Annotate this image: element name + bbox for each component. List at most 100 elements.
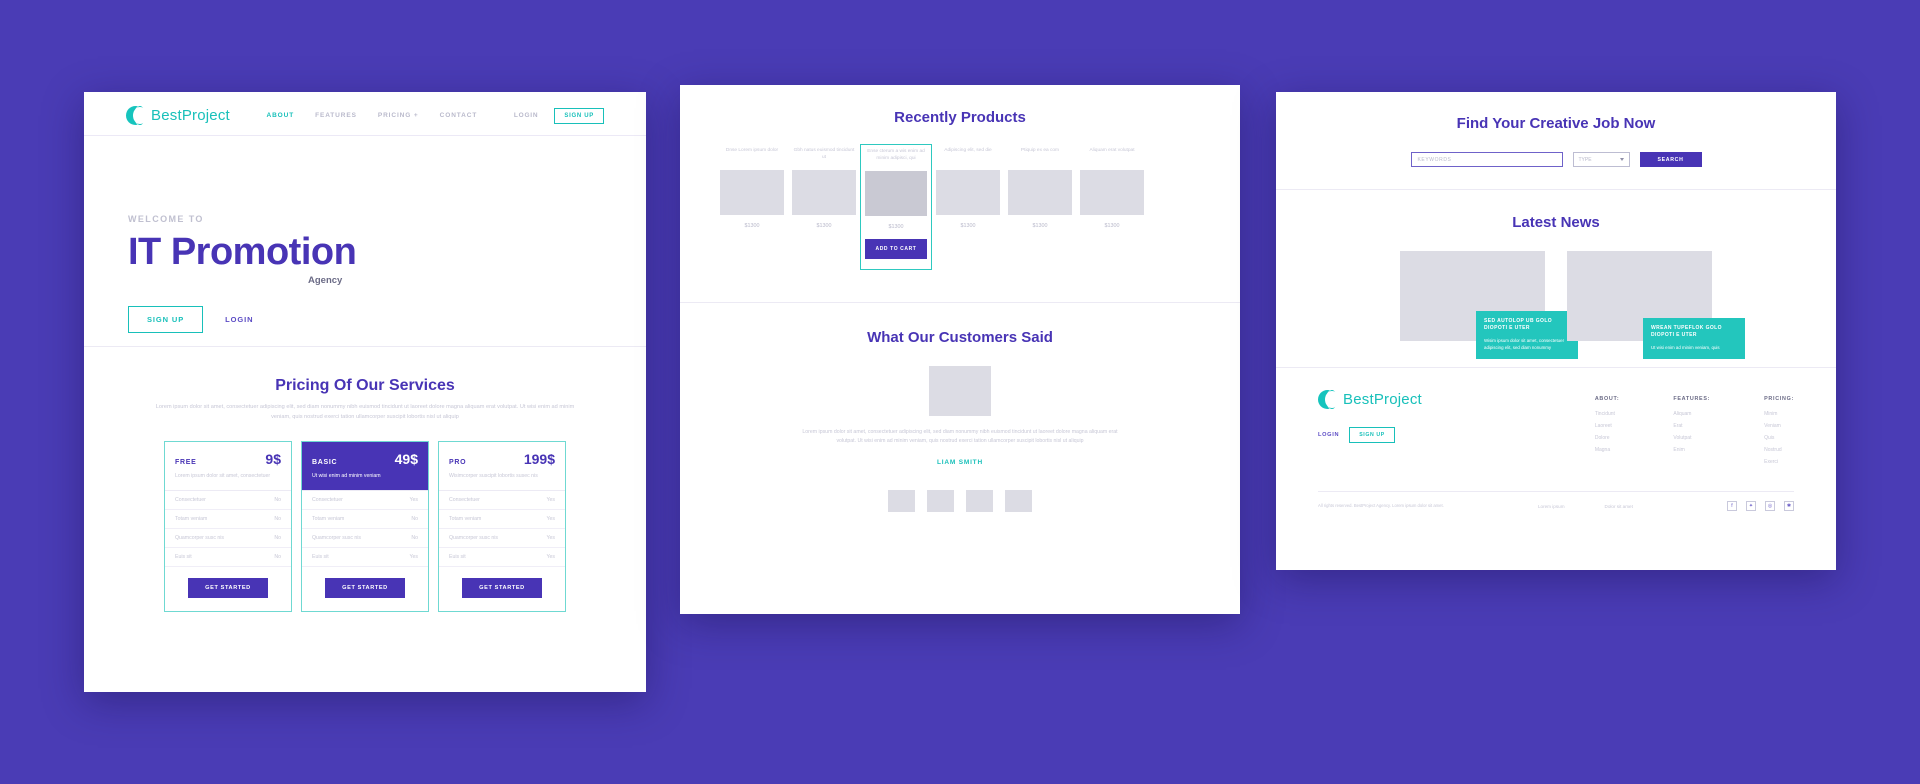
product-name: Ense cterum a wis enim ad minim adipisci… (867, 149, 925, 162)
footer-link[interactable]: Magna (1595, 447, 1620, 453)
testimonial-thumb[interactable] (1005, 489, 1032, 512)
feature-label: Consectetuer (449, 496, 480, 503)
plan-feature-row: Totam veniam No (302, 510, 428, 529)
product-card[interactable]: Dnse Lorem ipsum dolor $1300 (716, 144, 788, 229)
hero-signup-button[interactable]: SIGN UP (128, 305, 204, 333)
plan-price: 199$ (523, 450, 555, 467)
footer-link[interactable]: Aliquam (1673, 411, 1710, 417)
testimonial-avatar (929, 366, 991, 416)
main-nav: ABOUT FEATURES PRICING + CONTACT (266, 112, 477, 119)
feature-label: Consectetuer (312, 496, 343, 503)
footer-link[interactable]: Volutpat (1673, 435, 1710, 441)
product-price: $1300 (816, 223, 832, 229)
product-card[interactable]: Aliquam erat volutpat $1300 (1076, 144, 1148, 229)
pricing-title: Pricing Of Our Services (275, 377, 455, 394)
plan-cta-button[interactable]: GET STARTED (325, 577, 405, 598)
footer-link[interactable]: Laoreet (1595, 423, 1620, 429)
footer-link[interactable]: Tincidunt (1595, 411, 1620, 417)
testimonial-thumb[interactable] (966, 489, 993, 512)
footer-column-pricing: PRICING: Minim Veniam Quis Nostrud Exerc… (1764, 396, 1794, 471)
product-image (792, 170, 856, 215)
product-card[interactable]: Adipiscing elit, sed die $1300 (932, 144, 1004, 229)
footer-link[interactable]: Exerci (1764, 459, 1794, 465)
feature-value: Yes (409, 553, 418, 560)
feature-label: Euis sit (312, 553, 329, 560)
footer-link[interactable]: Veniam (1764, 423, 1794, 429)
latest-news-section: Latest News SED AUTOLOP UB GOLO DIOPOTI … (1276, 189, 1836, 367)
news-badge: SED AUTOLOP UB GOLO DIOPOTI E UTER Wisim… (1476, 310, 1578, 359)
pricing-card-free[interactable]: FREE 9$ Lorem ipsum dolor sit amet, cons… (164, 440, 292, 612)
hero-actions: SIGN UP LOGIN (128, 305, 646, 333)
testimonial-thumb[interactable] (888, 489, 915, 512)
feature-value: No (411, 534, 418, 541)
product-card-selected[interactable]: Ense cterum a wis enim ad minim adipisci… (860, 144, 932, 270)
footer-column-about: ABOUT: Tincidunt Laoreet Dolore Magna (1595, 396, 1620, 471)
footer-column-heading: ABOUT: (1594, 396, 1620, 402)
plan-name: FREE (175, 458, 197, 466)
footer-link[interactable]: Minim (1764, 411, 1794, 417)
footer-link[interactable]: Nostrud (1764, 447, 1794, 453)
footer-copyright: All rights reserved. BestProject Agency.… (1318, 503, 1444, 509)
facebook-icon[interactable]: f (1727, 501, 1737, 511)
jobs-page-panel: Find Your Creative Job Now KEYWORDS TYPE… (1276, 92, 1836, 570)
pricing-card-pro[interactable]: PRO 199$ Wisimcorper suscipit lobortis s… (438, 440, 566, 612)
plan-description: Lorem ipsum dolor sit amet, consectetuer (175, 472, 271, 479)
footer-link[interactable]: Dolore (1595, 435, 1620, 441)
footer-link[interactable]: Quis (1764, 435, 1794, 441)
feature-label: Quamcorper susc nis (312, 534, 362, 541)
twitter-icon[interactable]: ✦ (1746, 501, 1756, 511)
feature-label: Consectetuer (175, 496, 206, 503)
plan-feature-row: Consectetuer Yes (302, 491, 428, 510)
landing-page-panel: BestProject ABOUT FEATURES PRICING + CON… (84, 92, 646, 692)
product-price: $1300 (960, 223, 976, 229)
hero-subtitle: Agency (308, 274, 343, 286)
news-card[interactable]: WREAN TUPEFLOK GOLO DIOPOTI E UTER Ut wi… (1567, 251, 1745, 359)
footer-brand-logo[interactable]: BestProject (1318, 390, 1468, 409)
search-button[interactable]: SEARCH (1639, 152, 1702, 167)
news-title: Latest News (1512, 214, 1600, 231)
news-card[interactable]: SED AUTOLOP UB GOLO DIOPOTI E UTER Wisim… (1400, 251, 1578, 359)
landing-header: BestProject ABOUT FEATURES PRICING + CON… (84, 92, 646, 136)
plan-cta-button[interactable]: GET STARTED (188, 577, 268, 598)
brand-name: BestProject (151, 107, 230, 124)
product-name: Dnse Lorem ipsum dolor (725, 148, 779, 153)
product-card[interactable]: Gbh natus euismod tincidunt ut $1300 (788, 144, 860, 229)
plan-name: PRO (449, 458, 467, 466)
feature-value: Yes (546, 534, 555, 541)
feature-value: Yes (546, 515, 555, 522)
hero-login-link[interactable]: LOGIN (225, 315, 253, 324)
header-login-link[interactable]: LOGIN (514, 112, 539, 119)
job-type-select[interactable]: TYPE (1572, 152, 1630, 167)
footer-bottom-link[interactable]: Lorem ipsum (1538, 504, 1565, 509)
plan-cta-button[interactable]: GET STARTED (462, 577, 542, 598)
instagram-icon[interactable]: ◎ (1765, 501, 1775, 511)
brand-logo[interactable]: BestProject (126, 106, 230, 125)
nav-item-features[interactable]: FEATURES (315, 112, 357, 119)
header-signup-button[interactable]: SIGN UP (554, 107, 604, 124)
footer-link[interactable]: Erat (1673, 423, 1710, 429)
plan-description: Wisimcorper suscipit lobortis susec nis (449, 472, 538, 479)
plan-feature-row: Quamcorper susc nis Yes (439, 529, 565, 548)
footer-login-link[interactable]: LOGIN (1318, 432, 1339, 438)
hero-title: IT Promotion (128, 231, 357, 273)
pricing-card-basic[interactable]: BASIC 49$ Ut wisi enim ad minim veniam C… (301, 440, 429, 612)
feature-value: Yes (546, 553, 555, 560)
footer-signup-button[interactable]: SIGN UP (1349, 427, 1395, 443)
plan-description: Ut wisi enim ad minim veniam (312, 472, 381, 479)
footer-bottom-links: Lorem ipsum Dolor sit amet (1538, 504, 1633, 509)
footer-bottom-link[interactable]: Dolor sit amet (1605, 504, 1633, 509)
add-to-cart-button[interactable]: ADD TO CART (865, 239, 927, 259)
testimonial-thumb[interactable] (927, 489, 954, 512)
product-price: $1300 (744, 223, 760, 229)
footer-link[interactable]: Enim (1673, 447, 1710, 453)
nav-item-about[interactable]: ABOUT (266, 112, 294, 119)
plan-feature-row: Euis sit Yes (439, 548, 565, 567)
feature-label: Quamcorper susc nis (449, 534, 499, 541)
product-name: Gbh natus euismod tincidunt ut (793, 148, 855, 161)
nav-item-pricing[interactable]: PRICING + (378, 112, 419, 119)
feature-label: Quamcorper susc nis (175, 534, 225, 541)
keywords-input[interactable]: KEYWORDS (1410, 152, 1563, 167)
pinterest-icon[interactable]: ✱ (1784, 501, 1794, 511)
product-card[interactable]: Ptiquip ex ea com $1300 (1004, 144, 1076, 229)
nav-item-contact[interactable]: CONTACT (440, 112, 478, 119)
